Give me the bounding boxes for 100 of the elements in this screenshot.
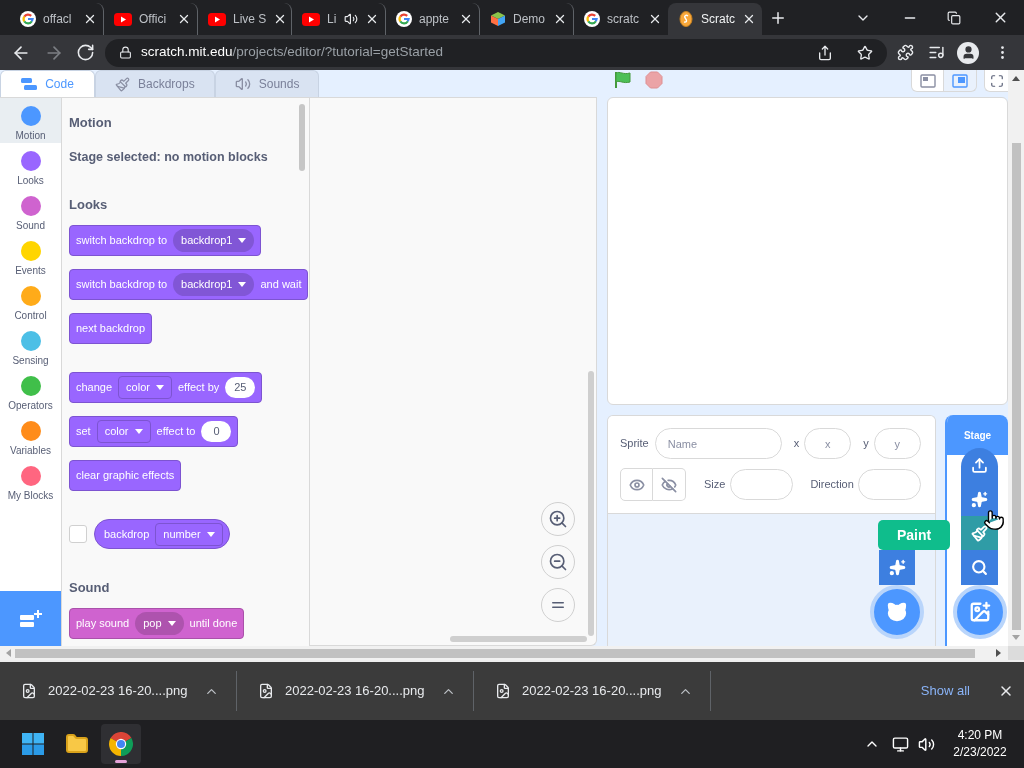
block-dropdown[interactable]: backdrop1 bbox=[173, 229, 255, 252]
file-icon bbox=[21, 683, 37, 699]
fullscreen-button[interactable] bbox=[984, 70, 1008, 92]
close-icon[interactable] bbox=[459, 12, 473, 26]
scrollbar-thumb[interactable] bbox=[15, 648, 975, 658]
size-label: Size bbox=[704, 477, 726, 493]
scrollbar-thumb[interactable] bbox=[1011, 143, 1021, 630]
block-label: backdrop bbox=[104, 526, 150, 542]
number-input[interactable]: 0 bbox=[201, 421, 232, 442]
close-icon[interactable] bbox=[365, 12, 379, 26]
paint-tooltip: Paint bbox=[878, 520, 950, 550]
category-button[interactable]: My Blocks bbox=[0, 458, 61, 503]
zoom-in-button[interactable] bbox=[541, 502, 575, 536]
close-icon[interactable] bbox=[648, 12, 662, 26]
block-dropdown[interactable]: number bbox=[155, 522, 223, 546]
category-button[interactable]: Looks bbox=[0, 143, 61, 188]
large-stage-button[interactable] bbox=[944, 70, 977, 92]
scroll-up-icon[interactable] bbox=[1012, 76, 1020, 81]
x-field[interactable]: x bbox=[804, 428, 852, 459]
scroll-right-icon[interactable] bbox=[996, 649, 1001, 657]
download-item[interactable]: 2022-02-23 16-20....png bbox=[0, 671, 237, 711]
name-field[interactable]: Name bbox=[654, 428, 782, 459]
palette-heading: Motion bbox=[69, 114, 113, 131]
code-block[interactable]: switch backdrop to backdrop1 bbox=[69, 225, 262, 256]
image-plus-icon bbox=[969, 601, 991, 623]
caret-icon bbox=[134, 429, 143, 434]
close-icon[interactable] bbox=[553, 12, 567, 26]
small-stage-button[interactable] bbox=[911, 70, 944, 92]
hide-button[interactable] bbox=[653, 468, 686, 501]
block-dropdown[interactable]: color bbox=[96, 420, 151, 443]
letter-g-icon bbox=[396, 11, 412, 27]
block-dropdown[interactable]: backdrop1 bbox=[173, 273, 255, 296]
lock-icon[interactable] bbox=[119, 46, 132, 59]
block-label: play sound bbox=[76, 616, 130, 632]
restore-icon[interactable] bbox=[947, 10, 961, 25]
code-block[interactable]: set color effect to 0 bbox=[69, 416, 239, 447]
speaker-icon[interactable] bbox=[344, 12, 358, 26]
category-button[interactable]: Sound bbox=[0, 188, 61, 233]
browser-tab[interactable]: Scratc bbox=[668, 3, 762, 35]
monitor-icon[interactable] bbox=[892, 735, 909, 753]
taskbar-app-button[interactable] bbox=[101, 724, 141, 764]
scrollbar-corner bbox=[1008, 646, 1024, 660]
category-button[interactable]: Control bbox=[0, 278, 61, 323]
show-button[interactable] bbox=[620, 468, 653, 501]
block-dropdown[interactable]: pop bbox=[135, 612, 184, 635]
close-icon[interactable] bbox=[177, 12, 191, 26]
close-icon[interactable] bbox=[742, 12, 756, 26]
direction-field[interactable] bbox=[857, 469, 921, 500]
scrollbar-thumb[interactable] bbox=[450, 636, 587, 642]
share-icon[interactable] bbox=[817, 44, 833, 61]
puzzle-piece-icon[interactable] bbox=[897, 44, 914, 61]
y-field[interactable]: y bbox=[873, 428, 921, 459]
reporter-block[interactable]: backdrop number bbox=[94, 519, 230, 549]
code-block[interactable]: play sound pop until done bbox=[69, 608, 245, 639]
size-field[interactable] bbox=[730, 469, 794, 500]
palette-note: Stage selected: no motion blocks bbox=[69, 149, 269, 166]
running-indicator bbox=[115, 760, 127, 763]
profile-avatar-icon[interactable] bbox=[957, 41, 979, 64]
stage-title: Stage bbox=[963, 428, 992, 443]
category-button[interactable]: Events bbox=[0, 233, 61, 278]
caret-icon bbox=[206, 531, 215, 537]
category-button[interactable]: Operators bbox=[0, 368, 61, 413]
clock-time[interactable]: 4:20 PM bbox=[957, 727, 1003, 744]
zoom-out-button[interactable] bbox=[541, 545, 575, 579]
download-item[interactable]: 2022-02-23 16-20....png bbox=[474, 671, 711, 711]
speaker-icon[interactable] bbox=[918, 735, 935, 753]
block-label: and wait bbox=[260, 277, 302, 293]
reload-icon[interactable] bbox=[76, 43, 95, 62]
add-extension-button[interactable] bbox=[0, 591, 61, 646]
code-block[interactable]: change color effect by 25 bbox=[69, 372, 263, 403]
cat-icon bbox=[886, 601, 908, 623]
category-button[interactable]: Sensing bbox=[0, 323, 61, 368]
sparkle-icon[interactable] bbox=[888, 559, 906, 576]
caret-icon bbox=[155, 385, 164, 390]
scrollbar-thumb[interactable] bbox=[299, 104, 305, 171]
scrollbar-thumb[interactable] bbox=[588, 371, 594, 636]
code-block[interactable]: clear graphic effects bbox=[69, 460, 182, 491]
category-button[interactable]: Variables bbox=[0, 413, 61, 458]
blocks-plus-icon bbox=[19, 609, 42, 628]
download-item[interactable]: 2022-02-23 16-20....png bbox=[237, 671, 474, 711]
block-dropdown[interactable]: color bbox=[118, 376, 172, 399]
browser-tab[interactable]: scratc bbox=[574, 3, 668, 35]
code-block[interactable]: switch backdrop to backdrop1 and wait bbox=[69, 269, 309, 300]
close-icon[interactable] bbox=[998, 683, 1014, 699]
category-button[interactable]: Motion bbox=[0, 98, 61, 143]
clock-date[interactable]: 2/23/2022 bbox=[953, 744, 1007, 761]
close-icon[interactable] bbox=[83, 12, 97, 26]
address-bar[interactable]: scratch.mit.edu/projects/editor/?tutorial=getStarted bbox=[105, 38, 887, 67]
code-block[interactable]: next backdrop bbox=[69, 313, 153, 344]
flag-icon[interactable] bbox=[614, 71, 632, 89]
number-input[interactable]: 25 bbox=[225, 377, 256, 398]
block-label: effect by bbox=[177, 380, 220, 396]
zoom-reset-button[interactable] bbox=[541, 588, 575, 622]
play-button-icon bbox=[302, 12, 320, 26]
checkbox[interactable] bbox=[69, 525, 87, 543]
star-icon[interactable] bbox=[857, 44, 873, 61]
hand-cursor-icon bbox=[983, 508, 1005, 532]
fullscreen-icon bbox=[989, 73, 1004, 88]
show-all-link[interactable]: Show all bbox=[920, 681, 970, 701]
media-list-icon[interactable] bbox=[928, 44, 945, 61]
